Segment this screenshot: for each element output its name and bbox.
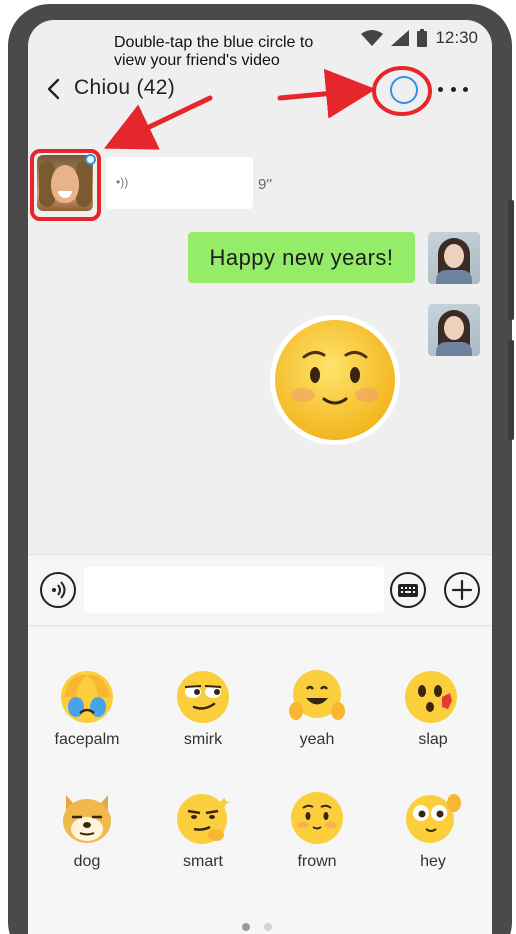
instruction-line-1: Double-tap the blue circle to (114, 34, 314, 51)
highlight-ring-friend-avatar (30, 149, 101, 221)
tutorial-instruction: Double-tap the blue circle to view your … (114, 34, 354, 70)
highlight-ring-video-button (372, 66, 432, 116)
tutorial-annotation-overlay (30, 66, 432, 221)
instruction-line-2: view your friend's video (114, 52, 280, 69)
arrow-to-video-button-icon (277, 68, 376, 119)
arrow-to-friend-avatar-icon (103, 95, 213, 150)
